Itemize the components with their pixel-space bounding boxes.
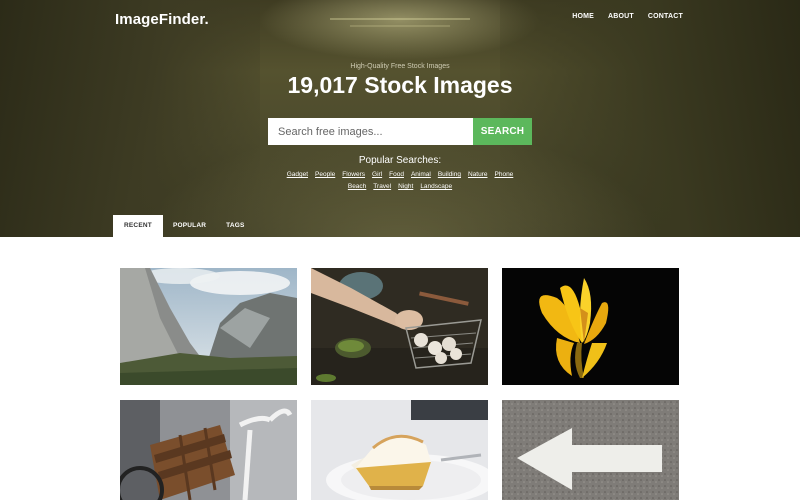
bicycle-photo: [120, 400, 297, 500]
gallery-image-arrow[interactable]: [502, 400, 679, 500]
tag-link[interactable]: Animal: [411, 171, 431, 178]
site-logo[interactable]: ImageFinder.: [115, 11, 209, 28]
gallery-image-bicycle[interactable]: [120, 400, 297, 500]
search-button[interactable]: SEARCH: [473, 118, 532, 145]
tag-link[interactable]: Flowers: [342, 171, 365, 178]
gallery-image-tulip[interactable]: [502, 268, 679, 385]
gallery-image-pie[interactable]: [311, 400, 488, 500]
mountain-photo: [120, 268, 297, 385]
hero-title: 19,017 Stock Images: [287, 72, 513, 98]
tulip-photo: [502, 268, 679, 385]
tag-link[interactable]: Phone: [495, 171, 514, 178]
search-input[interactable]: [268, 118, 473, 145]
tag-link[interactable]: Landscape: [420, 183, 452, 190]
pie-photo: [311, 400, 488, 500]
food-photo: [311, 268, 488, 385]
arrow-photo: [502, 400, 679, 500]
nav-contact[interactable]: CONTACT: [648, 13, 683, 20]
hero-banner: ImageFinder. HOME ABOUT CONTACT High-Qua…: [0, 0, 800, 237]
nav-home[interactable]: HOME: [572, 13, 594, 20]
tag-link[interactable]: Gadget: [287, 171, 308, 178]
hero-subtitle: High-Quality Free Stock Images: [350, 63, 450, 70]
gallery-tabs: RECENT POPULAR TAGS: [113, 215, 255, 237]
tag-link[interactable]: Building: [438, 171, 461, 178]
nav-about[interactable]: ABOUT: [608, 13, 634, 20]
tag-link[interactable]: People: [315, 171, 335, 178]
tag-link[interactable]: Girl: [372, 171, 382, 178]
gallery-image-food-basket[interactable]: [311, 268, 488, 385]
tag-link[interactable]: Night: [398, 183, 413, 190]
tab-recent[interactable]: RECENT: [113, 215, 163, 237]
popular-tags-row-2: Beach Travel Night Landscape: [0, 183, 800, 190]
popular-searches-label: Popular Searches:: [358, 155, 442, 166]
tag-link[interactable]: Nature: [468, 171, 488, 178]
tag-link[interactable]: Beach: [348, 183, 366, 190]
top-nav: HOME ABOUT CONTACT: [572, 13, 683, 20]
gallery-image-mountains[interactable]: [120, 268, 297, 385]
tab-popular[interactable]: POPULAR: [163, 215, 216, 237]
popular-tags-row-1: Gadget People Flowers Girl Food Animal B…: [0, 171, 800, 178]
search-bar: SEARCH: [268, 118, 532, 145]
tag-link[interactable]: Travel: [373, 183, 391, 190]
hero-bg-light-strip: [330, 18, 470, 20]
hero-bg-light-strip: [350, 25, 450, 27]
tag-link[interactable]: Food: [389, 171, 404, 178]
tab-tags[interactable]: TAGS: [216, 215, 254, 237]
